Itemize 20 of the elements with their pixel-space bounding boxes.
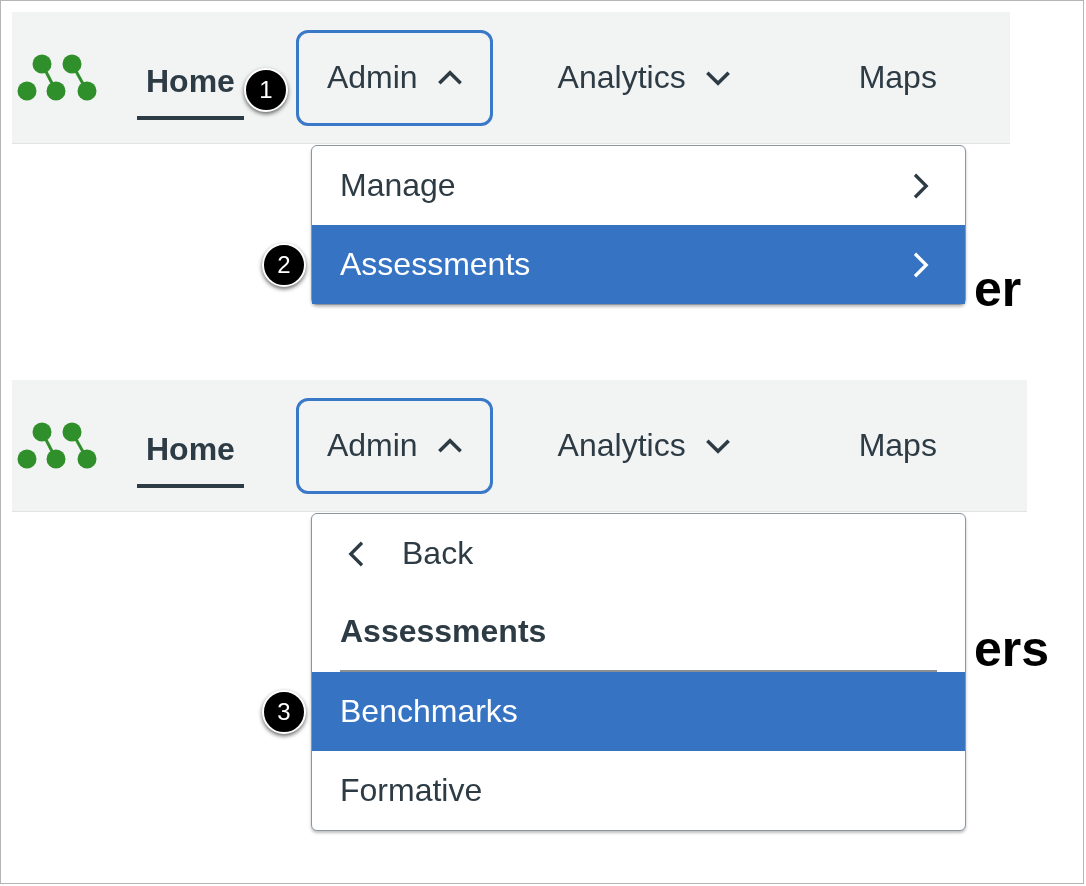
page-heading: er (974, 264, 1022, 314)
step-number-badge: 2 (262, 242, 306, 287)
nav-link[interactable]: Home (137, 411, 244, 488)
step-number-badge: 3 (262, 689, 306, 734)
nav-link[interactable]: Maps (849, 39, 946, 116)
logo-icon (16, 52, 98, 103)
nav-dropdown-button[interactable]: Admin (295, 397, 493, 494)
menu-item[interactable]: Benchmarks (312, 672, 965, 751)
step-number-badge: 1 (243, 67, 288, 112)
nav-link[interactable]: Home (137, 43, 244, 120)
back-menu-item[interactable]: Back (312, 514, 965, 593)
logo-icon (16, 420, 98, 471)
page-heading: ers (974, 624, 1050, 674)
menu-item[interactable]: Formative (312, 751, 965, 830)
nav-dropdown-button[interactable]: Analytics (554, 29, 761, 126)
nav-dropdown-button[interactable]: Analytics (554, 397, 761, 494)
nav-dropdown-button[interactable]: Admin (295, 29, 493, 126)
menu-item[interactable]: Manage (312, 146, 965, 225)
menu-item[interactable]: Assessments (312, 225, 965, 304)
nav-link[interactable]: Maps (849, 407, 946, 484)
